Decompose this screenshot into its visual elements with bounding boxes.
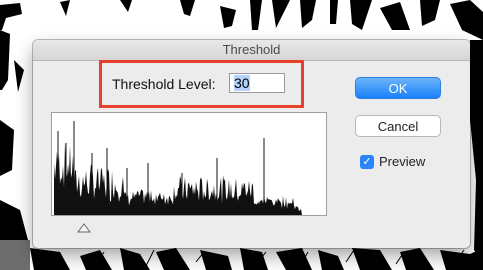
preview-label: Preview bbox=[379, 154, 426, 169]
threshold-level-highlight: Threshold Level: 30 bbox=[99, 60, 304, 108]
corner-swatch bbox=[0, 240, 30, 270]
checkmark-icon[interactable]: ✓ bbox=[360, 155, 374, 169]
histogram[interactable] bbox=[51, 112, 327, 216]
threshold-dialog: Threshold Threshold Level: 30 OK Cancel … bbox=[33, 40, 470, 248]
threshold-level-value: 30 bbox=[234, 75, 250, 91]
ok-button[interactable]: OK bbox=[355, 77, 441, 99]
threshold-level-label: Threshold Level: bbox=[112, 76, 216, 92]
cancel-button[interactable]: Cancel bbox=[355, 115, 441, 137]
histogram-fill bbox=[54, 141, 302, 215]
histogram-graph bbox=[54, 121, 302, 215]
slider-triangle-icon[interactable] bbox=[77, 223, 91, 233]
dialog-title: Threshold bbox=[33, 40, 470, 61]
threshold-level-input[interactable]: 30 bbox=[229, 73, 285, 93]
